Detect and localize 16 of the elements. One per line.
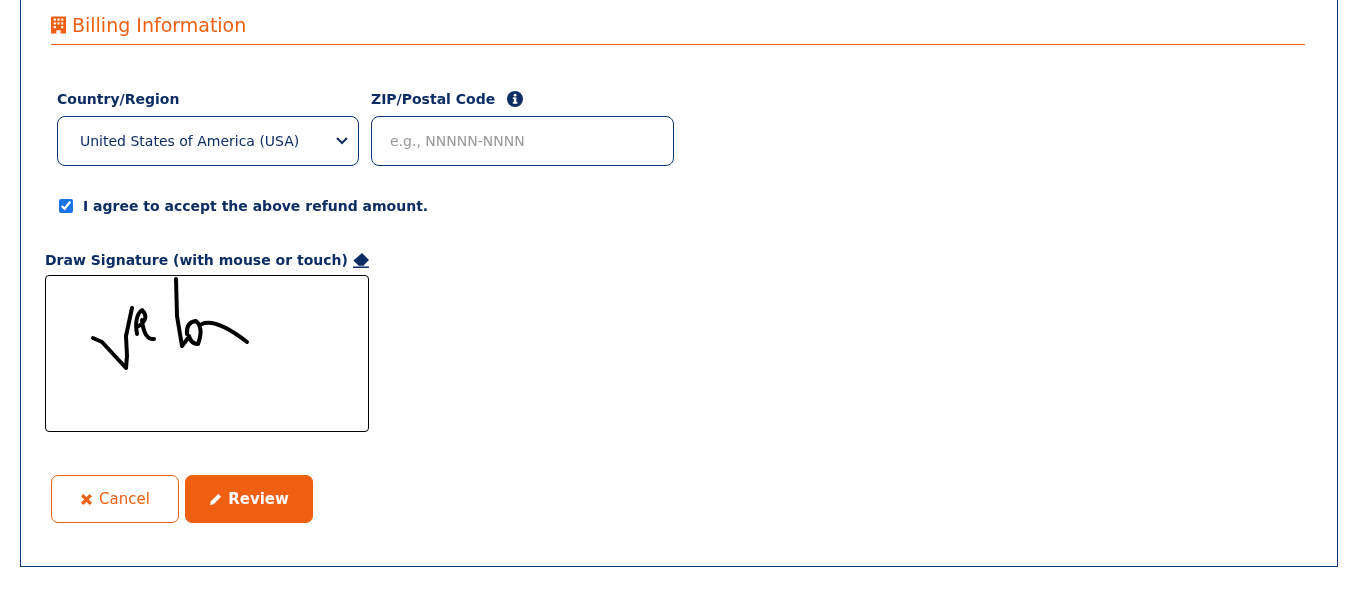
chevron-icon xyxy=(336,137,348,145)
close-icon xyxy=(80,492,94,506)
review-button[interactable]: Review xyxy=(185,475,313,523)
zip-input[interactable]: e.g., NNNNN-NNNN xyxy=(371,116,674,166)
signature-pad[interactable] xyxy=(45,275,369,432)
building-icon xyxy=(51,16,66,34)
cancel-button[interactable]: Cancel xyxy=(51,475,179,523)
pencil-icon xyxy=(209,492,223,506)
country-select[interactable]: United States of America (USA) xyxy=(57,116,359,166)
field-label: ZIP/Postal Code xyxy=(371,91,496,107)
field-label: Country/Region xyxy=(57,91,180,107)
agree-label: I agree to accept the above refund amount. xyxy=(83,198,429,214)
agree-checkbox[interactable] xyxy=(59,199,73,213)
eraser-icon xyxy=(351,252,370,268)
signature-label: Draw Signature (with mouse or touch) xyxy=(45,252,348,268)
section-title: Billing Information xyxy=(72,13,247,38)
